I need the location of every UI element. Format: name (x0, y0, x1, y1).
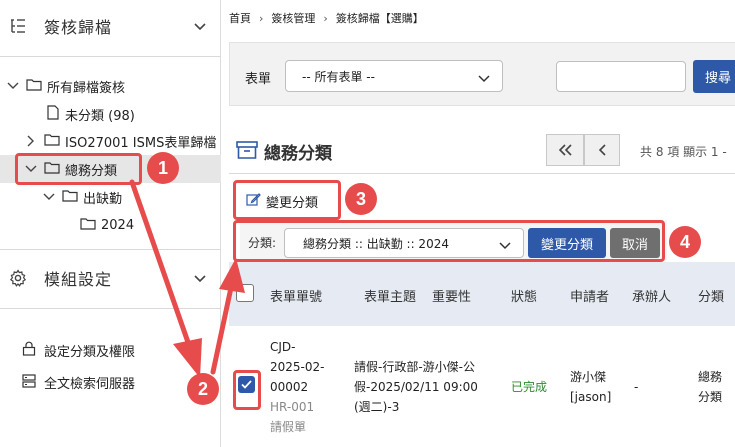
form-code: HR-001 (270, 400, 315, 414)
tree-item-label: ISO27001 ISMS表單歸檔 (65, 135, 217, 151)
form-number-line: CJD- (270, 340, 296, 354)
gear-icon (8, 268, 28, 288)
form-number-cell[interactable]: CJD- 2025-02- 00002 HR-001 請假單 (270, 337, 324, 437)
form-select[interactable]: -- 所有表單 -- (285, 60, 503, 92)
chevron-left-icon (598, 141, 606, 160)
tree-item-label: 出缺勤 (83, 191, 123, 207)
divider (0, 308, 221, 309)
category-title: 總務分類 (264, 144, 332, 164)
form-name: 請假單 (270, 420, 307, 434)
tree-item-year[interactable]: 2024 (80, 212, 134, 238)
column-header-handler[interactable]: 承辦人 (632, 286, 671, 305)
chevron-down-icon[interactable] (42, 193, 56, 201)
column-header-number[interactable]: 表單單號 (270, 286, 322, 305)
form-label: 表單 (245, 72, 272, 87)
form-number-line: 00002 (270, 380, 309, 394)
list-tree-icon (8, 16, 28, 36)
breadcrumb-signoff[interactable]: 簽核管理 (271, 10, 315, 26)
applicant-name: 游小傑 (570, 370, 607, 384)
column-header-applicant[interactable]: 申請者 (570, 286, 609, 305)
pager-info: 共 8 項 顯示 1 - (640, 145, 727, 159)
category-line: 分類 (698, 390, 723, 404)
annotation-badge-1: 1 (147, 152, 179, 184)
tree-item-label: 2024 (101, 217, 135, 233)
subject-line: 請假-行政部-游小傑-公 (354, 360, 475, 374)
sidebar: 簽核歸檔 所有歸檔簽核 未分類 (98) ISO27001 ISMS表單歸檔 總… (0, 0, 221, 447)
annotation-box-3 (233, 180, 341, 220)
search-button[interactable]: 搜尋 (693, 60, 735, 93)
column-header-category[interactable]: 分類 (698, 286, 724, 305)
chevron-right-icon: › (259, 11, 264, 25)
column-header-subject[interactable]: 表單主題 (364, 286, 416, 305)
archive-box-icon (236, 140, 258, 164)
module-settings-title: 模組設定 (44, 270, 113, 289)
prev-page-button[interactable] (584, 134, 620, 166)
tree-item-iso[interactable]: ISO27001 ISMS表單歸檔 (24, 128, 216, 154)
handler-cell: - (634, 380, 639, 394)
filter-bar: 表單 -- 所有表單 -- 搜尋 (229, 42, 735, 106)
chevron-right-icon[interactable] (24, 135, 38, 147)
lock-icon (22, 341, 36, 360)
double-chevron-left-icon (557, 141, 573, 160)
chevron-down-icon (478, 72, 490, 86)
annotation-badge-4: 4 (669, 226, 701, 258)
divider (229, 173, 735, 174)
chevron-right-icon: › (323, 11, 328, 25)
column-header-status[interactable]: 狀態 (511, 286, 537, 305)
permissions-link-label: 設定分類及權限 (44, 345, 136, 360)
folder-icon (26, 78, 42, 95)
subject-line: 假-2025/02/11 09:00 (354, 380, 478, 394)
tree-item-label: 所有歸檔簽核 (47, 80, 126, 96)
chevron-down-icon (193, 269, 207, 288)
folder-icon (44, 133, 60, 150)
folder-icon (62, 189, 78, 206)
form-select-value: -- 所有表單 -- (302, 69, 375, 84)
search-input[interactable] (556, 61, 686, 92)
applicant-id: [jason] (570, 390, 612, 404)
chevron-down-icon (193, 17, 207, 36)
fulltext-server-link-label: 全文檢索伺服器 (44, 377, 136, 392)
subject-cell[interactable]: 請假-行政部-游小傑-公 假-2025/02/11 09:00 (週二)-3 (354, 357, 478, 417)
applicant-cell: 游小傑 [jason] (570, 367, 611, 407)
tree-item-root[interactable]: 所有歸檔簽核 (6, 73, 125, 99)
status-badge: 已完成 (511, 380, 548, 394)
archive-section-title: 簽核歸檔 (44, 18, 113, 37)
divider (0, 56, 221, 57)
annotation-box-4 (233, 220, 665, 262)
subject-line: (週二)-3 (354, 400, 400, 414)
folder-icon (80, 217, 96, 234)
breadcrumb: 首頁 › 簽核管理 › 簽核歸檔【選購】 (229, 10, 424, 26)
annotation-box-2 (233, 370, 261, 410)
fulltext-server-link[interactable]: 全文檢索伺服器 (22, 373, 135, 392)
column-header-importance[interactable]: 重要性 (432, 286, 471, 305)
annotation-badge-3: 3 (345, 183, 377, 215)
chevron-down-icon[interactable] (6, 82, 20, 90)
file-icon (47, 104, 59, 124)
annotation-badge-2: 2 (187, 373, 219, 405)
select-all-checkbox[interactable] (236, 284, 254, 302)
first-page-button[interactable] (546, 134, 584, 166)
form-number-line: 2025-02- (270, 360, 325, 374)
divider (0, 249, 221, 250)
breadcrumb-current: 簽核歸檔【選購】 (335, 12, 424, 25)
breadcrumb-home[interactable]: 首頁 (229, 10, 251, 26)
category-line: 總務 (698, 370, 723, 384)
module-settings-header[interactable]: 模組設定 (0, 252, 221, 304)
category-cell: 總務 分類 (698, 367, 722, 407)
tree-item-uncategorized[interactable]: 未分類 (98) (47, 101, 135, 127)
server-icon (22, 373, 36, 392)
archive-section-header[interactable]: 簽核歸檔 (0, 0, 221, 52)
tree-item-attendance[interactable]: 出缺勤 (42, 184, 122, 210)
annotation-box-1 (15, 153, 142, 185)
tree-item-label: 未分類 (98) (65, 108, 135, 124)
permissions-link[interactable]: 設定分類及權限 (22, 341, 135, 360)
